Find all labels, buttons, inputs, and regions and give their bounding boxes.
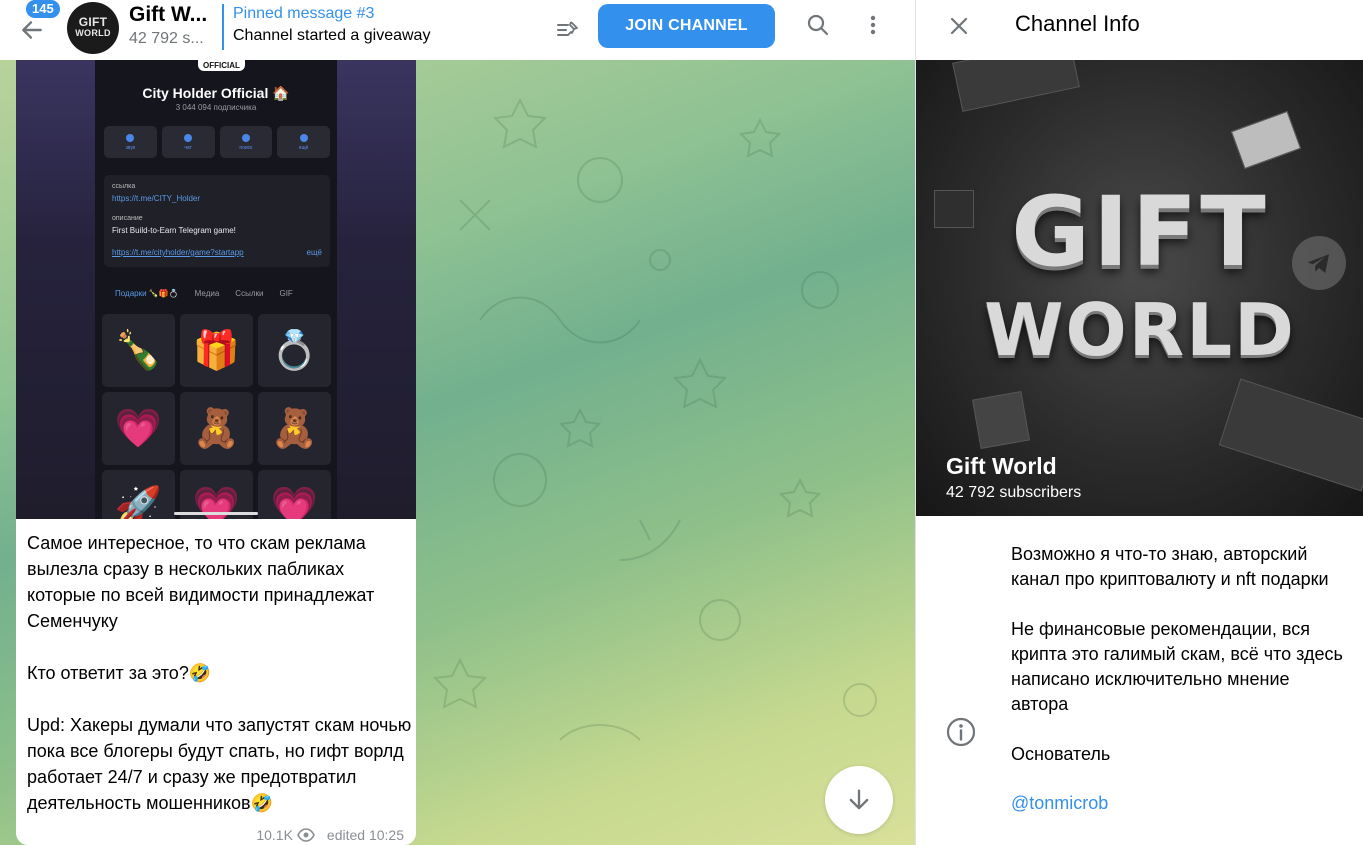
gift-cell: 🧸 [258, 392, 331, 465]
post-text: Самое интересное, то что скам реклама вы… [27, 533, 412, 813]
channel-info-panel: Channel Info GIFT WORLD Gift World 42 79… [915, 0, 1363, 845]
join-channel-button[interactable]: JOIN CHANNEL [598, 4, 775, 48]
pinned-message-text: Channel started a giveaway [233, 27, 431, 44]
channel-post: OFFICIAL City Holder Official 🏠 3 044 09… [16, 60, 416, 845]
chat-background: OFFICIAL City Holder Official 🏠 3 044 09… [0, 60, 915, 845]
money-decoration [952, 60, 1080, 112]
panel-title: Channel Info [1015, 11, 1140, 36]
search-icon [241, 133, 250, 142]
edited-time: edited 10:25 [326, 827, 404, 843]
home-indicator [174, 512, 258, 515]
money-decoration [1230, 110, 1302, 170]
screenshot-action-sound-label: звук [125, 144, 136, 151]
pin-list-icon [557, 21, 578, 36]
screenshot-action-search: поиск [219, 126, 273, 158]
bell-icon [126, 133, 135, 142]
cover-text-world: WORLD [984, 288, 1296, 372]
close-icon [950, 17, 968, 35]
view-count: 10.1K [256, 827, 293, 843]
screenshot-tab-links: Ссылки [235, 289, 264, 298]
channel-name: Gift World [946, 453, 1057, 479]
screenshot-action-sound: звук [104, 126, 157, 158]
more-icon [299, 133, 308, 142]
official-tag: OFFICIAL [198, 60, 245, 71]
screenshot-tab-gifts: Подарки 🍾🎁💍 [115, 289, 179, 298]
eye-icon [297, 828, 315, 842]
screenshot-action-search-label: поиск [239, 144, 253, 151]
screenshot-actions: звук чат поиск ещё [104, 126, 330, 158]
channel-description: Возможно я что-то знаю, авторский канал … [1011, 544, 1343, 764]
screenshot-action-more: ещё [277, 126, 330, 158]
chat-title[interactable]: Gift W... [129, 3, 207, 27]
screenshot-link: https://t.me/CITY_Holder [112, 194, 201, 203]
more-options-button[interactable] [853, 5, 893, 45]
unread-badge: 145 [24, 0, 62, 20]
screenshot-tabs: Подарки 🍾🎁💍 Медиа Ссылки GIF [115, 289, 325, 298]
screenshot-action-chat-label: чат [184, 144, 192, 151]
chat-icon [184, 133, 193, 142]
screenshot-tab-media: Медиа [194, 289, 220, 298]
channel-cover-image[interactable]: GIFT WORLD Gift World 42 792 subscribers [916, 60, 1363, 516]
screenshot-action-more-label: ещё [298, 144, 309, 151]
avatar-text-gift: GIFT [78, 15, 108, 29]
screenshot-gift-grid: 🍾 🎁 💍 💗 🧸 🧸 🚀 💗 💗 [102, 314, 331, 519]
screenshot-app-row: https://t.me/cityholder/game?startapp ещ… [112, 247, 322, 259]
scroll-down-button[interactable] [825, 766, 893, 834]
back-arrow-icon [22, 21, 42, 39]
chat-subtitle: 42 792 s... [129, 30, 204, 47]
channel-avatar[interactable]: GIFT WORLD [67, 2, 119, 54]
pinned-message[interactable]: Pinned message #3 Channel started a give… [222, 4, 430, 50]
screenshot-more: ещё [306, 248, 322, 257]
screenshot-info-card: ссылка https://t.me/CITY_Holder описание… [104, 175, 330, 267]
avatar-text-world: WORLD [75, 28, 111, 38]
gift-cell: 💍 [258, 314, 331, 387]
screenshot-desc: First Build-to-Earn Telegram game! [112, 226, 236, 235]
screenshot-action-chat: чат [161, 126, 215, 158]
gift-cell: 💗 [258, 470, 331, 519]
screenshot-app-link: https://t.me/cityholder/game?startapp [112, 248, 244, 257]
telegram-logo-icon [1292, 236, 1346, 290]
search-icon [807, 14, 829, 36]
arrow-down-icon [849, 789, 869, 810]
screenshot-phone: OFFICIAL City Holder Official 🏠 3 044 09… [95, 60, 337, 519]
founder-link[interactable]: @tonmicrob [1011, 793, 1108, 814]
screenshot-channel-title: City Holder Official 🏠 [142, 85, 290, 101]
gift-cell: 🎁 [180, 314, 253, 387]
screenshot-tab-gif: GIF [279, 289, 293, 298]
gift-cell: 🚀 [102, 470, 175, 519]
screenshot-subscribers: 3 044 094 подписчика [175, 103, 257, 112]
chat-header: 145 GIFT WORLD Gift W... 42 792 s... Pin… [0, 0, 915, 60]
gift-cell: 🍾 [102, 314, 175, 387]
post-meta: 10.1K edited 10:25 [256, 827, 404, 843]
more-vertical-icon [870, 15, 876, 35]
channel-subscribers: 42 792 subscribers [946, 484, 1082, 501]
post-image[interactable]: OFFICIAL City Holder Official 🏠 3 044 09… [16, 60, 416, 519]
screenshot-link-label: ссылка [112, 183, 136, 190]
gift-cell: 🧸 [180, 392, 253, 465]
close-panel-button[interactable] [937, 4, 981, 48]
money-decoration [1218, 378, 1363, 492]
ps-block-decoration [972, 391, 1030, 449]
screenshot-desc-label: описание [112, 215, 143, 222]
info-icon [946, 717, 976, 747]
gift-cell: 💗 [102, 392, 175, 465]
search-button[interactable] [798, 5, 838, 45]
pin-list-button[interactable] [548, 10, 588, 50]
pinned-message-title: Pinned message #3 [233, 5, 375, 22]
